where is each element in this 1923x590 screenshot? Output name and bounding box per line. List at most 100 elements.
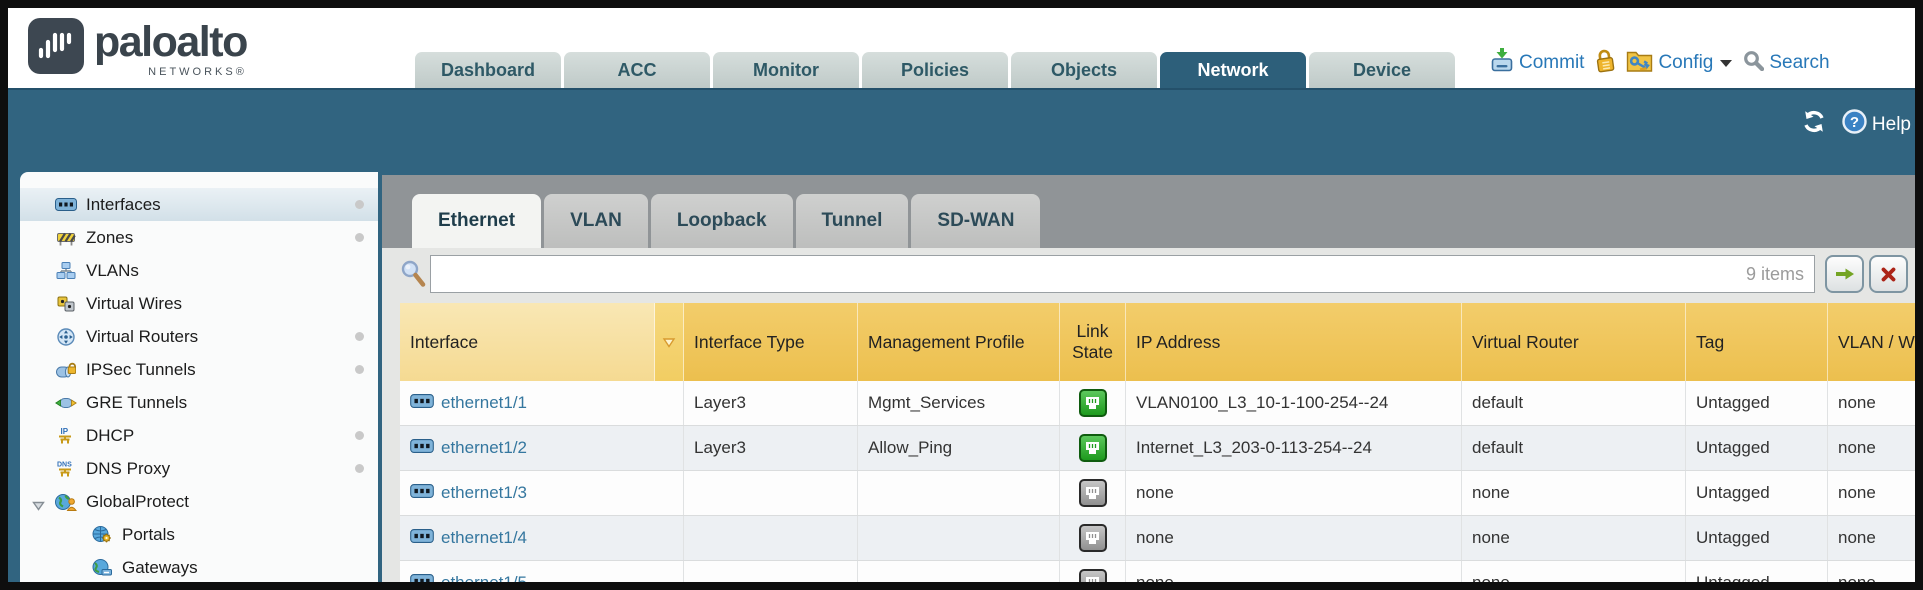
filter-input-box: 9 items: [430, 255, 1815, 293]
main-content: Ethernet VLAN Loopback Tunnel SD-WAN 9 i…: [382, 175, 1915, 582]
dns-proxy-icon: DNS: [54, 459, 78, 478]
cell-virtual-router: default: [1462, 381, 1686, 425]
cell-virtual-router: none: [1462, 471, 1686, 515]
cell-interface-type: [684, 561, 858, 582]
link-state-icon: [1079, 434, 1107, 462]
sidebar-item-dns-proxy[interactable]: DNS DNS Proxy: [20, 452, 378, 485]
tab-tunnel[interactable]: Tunnel: [796, 194, 909, 248]
sidebar-item-dhcp[interactable]: IP DHCP: [20, 419, 378, 452]
vlans-icon: [54, 262, 78, 279]
cell-interface-type: [684, 516, 858, 560]
lock-icon[interactable]: [1594, 48, 1616, 79]
link-state-icon: [1079, 524, 1107, 552]
interface-icon: [410, 483, 434, 503]
cell-link-state: [1060, 516, 1126, 560]
cell-vlan-wire: none: [1828, 561, 1915, 582]
column-sort-dropdown[interactable]: [655, 303, 684, 381]
search-icon: [1743, 50, 1764, 77]
svg-text:?: ?: [1850, 114, 1859, 131]
app-window: paloalto NETWORKS® Dashboard ACC Monitor…: [0, 0, 1923, 590]
sort-triangle-icon: [662, 337, 676, 348]
brand-subtitle: NETWORKS®: [94, 66, 247, 78]
cell-link-state: [1060, 381, 1126, 425]
column-header-management-profile[interactable]: Management Profile: [858, 303, 1060, 381]
sidebar-item-globalprotect[interactable]: GlobalProtect: [20, 485, 378, 518]
interface-link[interactable]: ethernet1/2: [441, 438, 527, 458]
sidebar-item-vlans[interactable]: VLANs: [20, 254, 378, 287]
nav-tab-network[interactable]: Network: [1160, 52, 1306, 88]
sidebar-item-virtual-routers[interactable]: Virtual Routers: [20, 320, 378, 353]
collapse-triangle-icon[interactable]: [32, 496, 45, 516]
brand-name: paloalto: [94, 18, 247, 66]
column-header-interface[interactable]: Interface: [400, 303, 655, 381]
cell-interface-type: Layer3: [684, 381, 858, 425]
sidebar-item-gateways[interactable]: Gateways: [20, 551, 378, 582]
interface-link[interactable]: ethernet1/3: [441, 483, 527, 503]
zones-icon: [54, 230, 78, 246]
config-menu-button[interactable]: Config: [1626, 48, 1732, 79]
cell-link-state: [1060, 426, 1126, 470]
sidebar-item-portals[interactable]: Portals: [20, 518, 378, 551]
commit-button[interactable]: Commit: [1490, 47, 1584, 79]
table-row[interactable]: ethernet1/1 Layer3 Mgmt_Services VLAN010…: [400, 381, 1915, 426]
cell-tag: Untagged: [1686, 426, 1828, 470]
interface-icon: [410, 393, 434, 413]
cell-tag: Untagged: [1686, 516, 1828, 560]
cell-ip-address: none: [1126, 561, 1462, 582]
tab-vlan[interactable]: VLAN: [544, 194, 648, 248]
item-dot: [355, 464, 364, 473]
interface-link[interactable]: ethernet1/1: [441, 393, 527, 413]
status-actions: ? Help: [1801, 108, 1911, 141]
sidebar-item-virtual-wires[interactable]: Virtual Wires: [20, 287, 378, 320]
table-row[interactable]: ethernet1/5 none none Untagged none: [400, 561, 1915, 582]
column-header-virtual-router[interactable]: Virtual Router: [1462, 303, 1686, 381]
nav-tab-acc[interactable]: ACC: [564, 52, 710, 88]
help-button[interactable]: ? Help: [1841, 108, 1911, 141]
table-row[interactable]: ethernet1/4 none none Untagged none: [400, 516, 1915, 561]
column-header-vlan-wire[interactable]: VLAN / Wire: [1828, 303, 1915, 381]
column-header-interface-type[interactable]: Interface Type: [684, 303, 858, 381]
cell-vlan-wire: none: [1828, 516, 1915, 560]
cell-ip-address: none: [1126, 516, 1462, 560]
column-header-link-state[interactable]: Link State: [1060, 303, 1126, 381]
nav-tab-policies[interactable]: Policies: [862, 52, 1008, 88]
main-nav: Dashboard ACC Monitor Policies Objects N…: [415, 52, 1455, 88]
table-row[interactable]: ethernet1/3 none none Untagged none: [400, 471, 1915, 516]
tab-ethernet[interactable]: Ethernet: [412, 194, 541, 248]
config-icon: [1626, 48, 1653, 79]
refresh-icon[interactable]: [1801, 110, 1827, 139]
ipsec-tunnels-icon: [54, 362, 78, 378]
search-button[interactable]: Search: [1743, 50, 1829, 77]
column-header-ip-address[interactable]: IP Address: [1126, 303, 1462, 381]
nav-tab-monitor[interactable]: Monitor: [713, 52, 859, 88]
paloalto-logo: paloalto NETWORKS®: [28, 18, 247, 78]
svg-text:IP: IP: [61, 427, 69, 436]
interface-link[interactable]: ethernet1/4: [441, 528, 527, 548]
sidebar-item-zones[interactable]: Zones: [20, 221, 378, 254]
clear-filter-button[interactable]: [1869, 255, 1908, 293]
link-state-icon: [1079, 389, 1107, 417]
chevron-down-icon: [1720, 60, 1732, 67]
column-header-tag[interactable]: Tag: [1686, 303, 1828, 381]
nav-tab-device[interactable]: Device: [1309, 52, 1455, 88]
cell-vlan-wire: none: [1828, 426, 1915, 470]
interface-link[interactable]: ethernet1/5: [441, 573, 527, 582]
virtual-wires-icon: [54, 296, 78, 312]
cell-management-profile: [858, 471, 1060, 515]
sidebar-item-ipsec-tunnels[interactable]: IPSec Tunnels: [20, 353, 378, 386]
sidebar-item-gre-tunnels[interactable]: GRE Tunnels: [20, 386, 378, 419]
table-row[interactable]: ethernet1/2 Layer3 Allow_Ping Internet_L…: [400, 426, 1915, 471]
nav-tab-dashboard[interactable]: Dashboard: [415, 52, 561, 88]
item-dot: [355, 332, 364, 341]
tab-sdwan[interactable]: SD-WAN: [911, 194, 1040, 248]
gateways-icon: [90, 559, 114, 576]
tab-loopback[interactable]: Loopback: [651, 194, 793, 248]
paloalto-logo-icon: [28, 18, 84, 74]
filter-bar: 9 items: [396, 251, 1915, 299]
nav-tab-objects[interactable]: Objects: [1011, 52, 1157, 88]
filter-input[interactable]: [435, 258, 1729, 290]
cell-ip-address: none: [1126, 471, 1462, 515]
apply-filter-button[interactable]: [1825, 255, 1864, 293]
sidebar-item-interfaces[interactable]: Interfaces: [20, 188, 378, 221]
interface-icon: [410, 573, 434, 582]
